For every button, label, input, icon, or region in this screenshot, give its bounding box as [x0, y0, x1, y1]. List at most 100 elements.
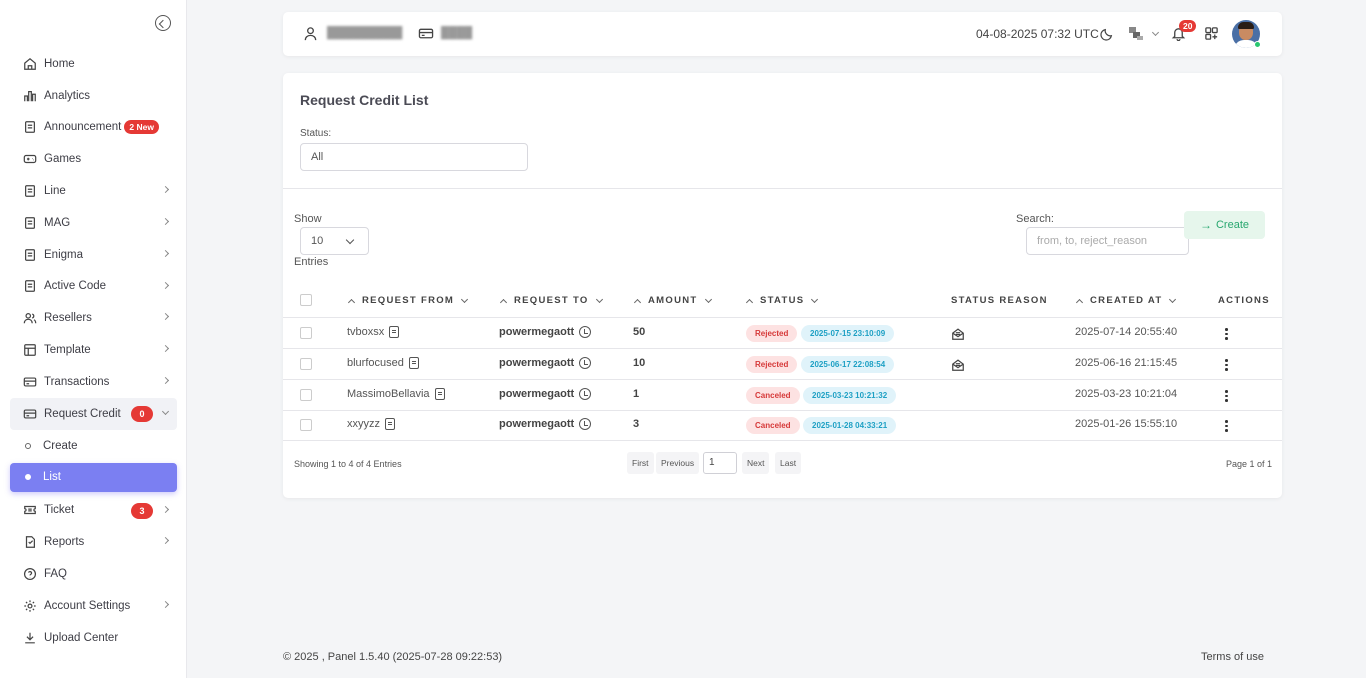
- template-icon: [23, 343, 37, 357]
- sidebar-item-ticket[interactable]: Ticket 3: [10, 495, 177, 527]
- username: ██████████: [327, 27, 402, 39]
- row-checkbox[interactable]: [300, 419, 312, 431]
- sidebar-item-label: Announcement: [44, 121, 122, 134]
- request-from-cell: xxyyzz: [347, 418, 395, 430]
- sidebar-item-line[interactable]: Line: [10, 175, 177, 207]
- column-status[interactable]: STATUS: [745, 295, 819, 306]
- copy-icon[interactable]: [434, 388, 445, 400]
- first-page-button[interactable]: First: [627, 452, 654, 474]
- sidebar-item-request-credit[interactable]: Request Credit 0: [10, 397, 177, 430]
- language-flag-icon[interactable]: [1128, 25, 1144, 41]
- more-actions-icon[interactable]: [1225, 328, 1228, 340]
- more-actions-icon[interactable]: [1225, 359, 1228, 371]
- column-status-reason: STATUS REASON: [951, 295, 1048, 306]
- sidebar-item-faq[interactable]: FAQ: [10, 558, 177, 590]
- request-from: xxyyzz: [347, 418, 380, 430]
- showing-entries-text: Showing 1 to 4 of 4 Entries: [294, 459, 402, 469]
- last-page-button[interactable]: Last: [775, 452, 802, 474]
- sidebar-item-reports[interactable]: Reports: [10, 526, 177, 558]
- avatar-hair: [1238, 22, 1254, 29]
- more-actions-icon[interactable]: [1225, 390, 1228, 402]
- sidebar-item-transactions[interactable]: Transactions: [10, 366, 177, 398]
- clock-icon[interactable]: [579, 418, 592, 430]
- sidebar-item-template[interactable]: Template: [10, 334, 177, 366]
- create-button[interactable]: → Create: [1184, 211, 1265, 239]
- row-checkbox[interactable]: [300, 327, 312, 339]
- amount: 3: [633, 418, 640, 430]
- page-number-input[interactable]: 1: [703, 452, 737, 474]
- select-all-checkbox[interactable]: [300, 294, 312, 306]
- apps-grid-icon[interactable]: [1204, 26, 1219, 44]
- sidebar-item-home[interactable]: Home: [10, 48, 177, 80]
- sidebar-item-list[interactable]: List: [10, 462, 177, 492]
- row-checkbox[interactable]: [300, 389, 312, 401]
- more-actions-icon[interactable]: [1225, 420, 1228, 432]
- collapse-sidebar-icon[interactable]: [155, 15, 171, 31]
- status-badge: Canceled: [746, 417, 800, 434]
- circle-icon: [25, 474, 31, 481]
- clock-icon[interactable]: [579, 326, 592, 338]
- copy-icon[interactable]: [389, 326, 400, 338]
- sort-down-icon: [461, 295, 469, 303]
- sidebar-item-resellers[interactable]: Resellers: [10, 302, 177, 334]
- table-row: tvboxsx powermegaott 50 Rejected 2025-07…: [283, 318, 1282, 349]
- copy-icon[interactable]: [385, 418, 395, 430]
- sidebar-item-enigma[interactable]: Enigma: [10, 239, 177, 271]
- request-credit-card: Request Credit List Status: All Show 10 …: [283, 73, 1282, 498]
- user-icon: [303, 26, 318, 44]
- sidebar-item-upload-center[interactable]: Upload Center: [10, 622, 177, 654]
- request-from-cell: blurfocused: [347, 357, 419, 369]
- column-amount[interactable]: AMOUNT: [633, 295, 712, 306]
- table-row: MassimoBellavia powermegaott 1 Canceled …: [283, 380, 1282, 411]
- created-at: 2025-06-16 21:15:45: [1075, 357, 1178, 369]
- ticket-icon: [23, 503, 37, 517]
- clock-icon[interactable]: [579, 388, 592, 400]
- column-label: STATUS: [760, 295, 805, 306]
- column-request-from[interactable]: REQUEST FROM: [347, 295, 469, 306]
- sidebar-item-active-code[interactable]: Active Code: [10, 271, 177, 303]
- row-checkbox[interactable]: [300, 358, 312, 370]
- sidebar-item-label: Request Credit: [44, 407, 121, 420]
- mail-open-icon[interactable]: [951, 358, 965, 375]
- previous-page-button[interactable]: Previous: [656, 452, 700, 474]
- next-page-button[interactable]: Next: [742, 452, 770, 474]
- column-label: AMOUNT: [648, 295, 698, 306]
- sidebar-item-announcement[interactable]: Announcement 2 New: [10, 112, 177, 144]
- sidebar: Home Analytics Announcement 2 New Games …: [0, 0, 187, 678]
- sidebar-item-create[interactable]: Create: [10, 430, 177, 462]
- home-icon: [23, 57, 37, 71]
- users-icon: [23, 311, 37, 325]
- notification-count-badge: 20: [1179, 20, 1197, 32]
- sidebar-item-account-settings[interactable]: Account Settings: [10, 590, 177, 622]
- terms-of-use-link[interactable]: Terms of use: [1201, 651, 1264, 663]
- mail-open-icon[interactable]: [951, 327, 965, 344]
- sidebar-item-mag[interactable]: MAG: [10, 207, 177, 239]
- request-to-cell: powermegaott: [499, 388, 592, 400]
- clock-icon[interactable]: [579, 357, 592, 369]
- entries-label: Entries: [294, 256, 329, 268]
- ticket-badge: 3: [131, 502, 153, 519]
- sidebar-item-label: FAQ: [44, 568, 68, 581]
- sidebar-item-games[interactable]: Games: [10, 143, 177, 175]
- status-filter-select[interactable]: All: [300, 143, 528, 171]
- page-title: Request Credit List: [300, 92, 429, 108]
- chevron-down-icon[interactable]: [1151, 28, 1160, 37]
- column-request-to[interactable]: REQUEST TO: [499, 295, 603, 306]
- chevron-right-icon: [161, 217, 170, 226]
- sidebar-item-label: Games: [44, 153, 82, 166]
- sidebar-item-analytics[interactable]: Analytics: [10, 80, 177, 112]
- circle-icon: [25, 442, 31, 449]
- copy-icon[interactable]: [408, 357, 419, 369]
- theme-toggle-icon[interactable]: [1100, 27, 1114, 44]
- sidebar-item-label: Enigma: [44, 248, 83, 261]
- sidebar-item-label: Reports: [44, 536, 85, 549]
- request-from: MassimoBellavia: [347, 388, 430, 400]
- status-date-badge: 2025-03-23 10:21:32: [803, 387, 897, 404]
- column-created-at[interactable]: CREATED AT: [1075, 295, 1177, 306]
- request-to: powermegaott: [499, 418, 575, 430]
- entries-per-page-select[interactable]: 10: [300, 227, 369, 255]
- request-to: powermegaott: [499, 326, 575, 338]
- document-icon: [23, 184, 37, 198]
- sort-up-icon: [633, 298, 642, 306]
- search-input[interactable]: [1026, 227, 1189, 255]
